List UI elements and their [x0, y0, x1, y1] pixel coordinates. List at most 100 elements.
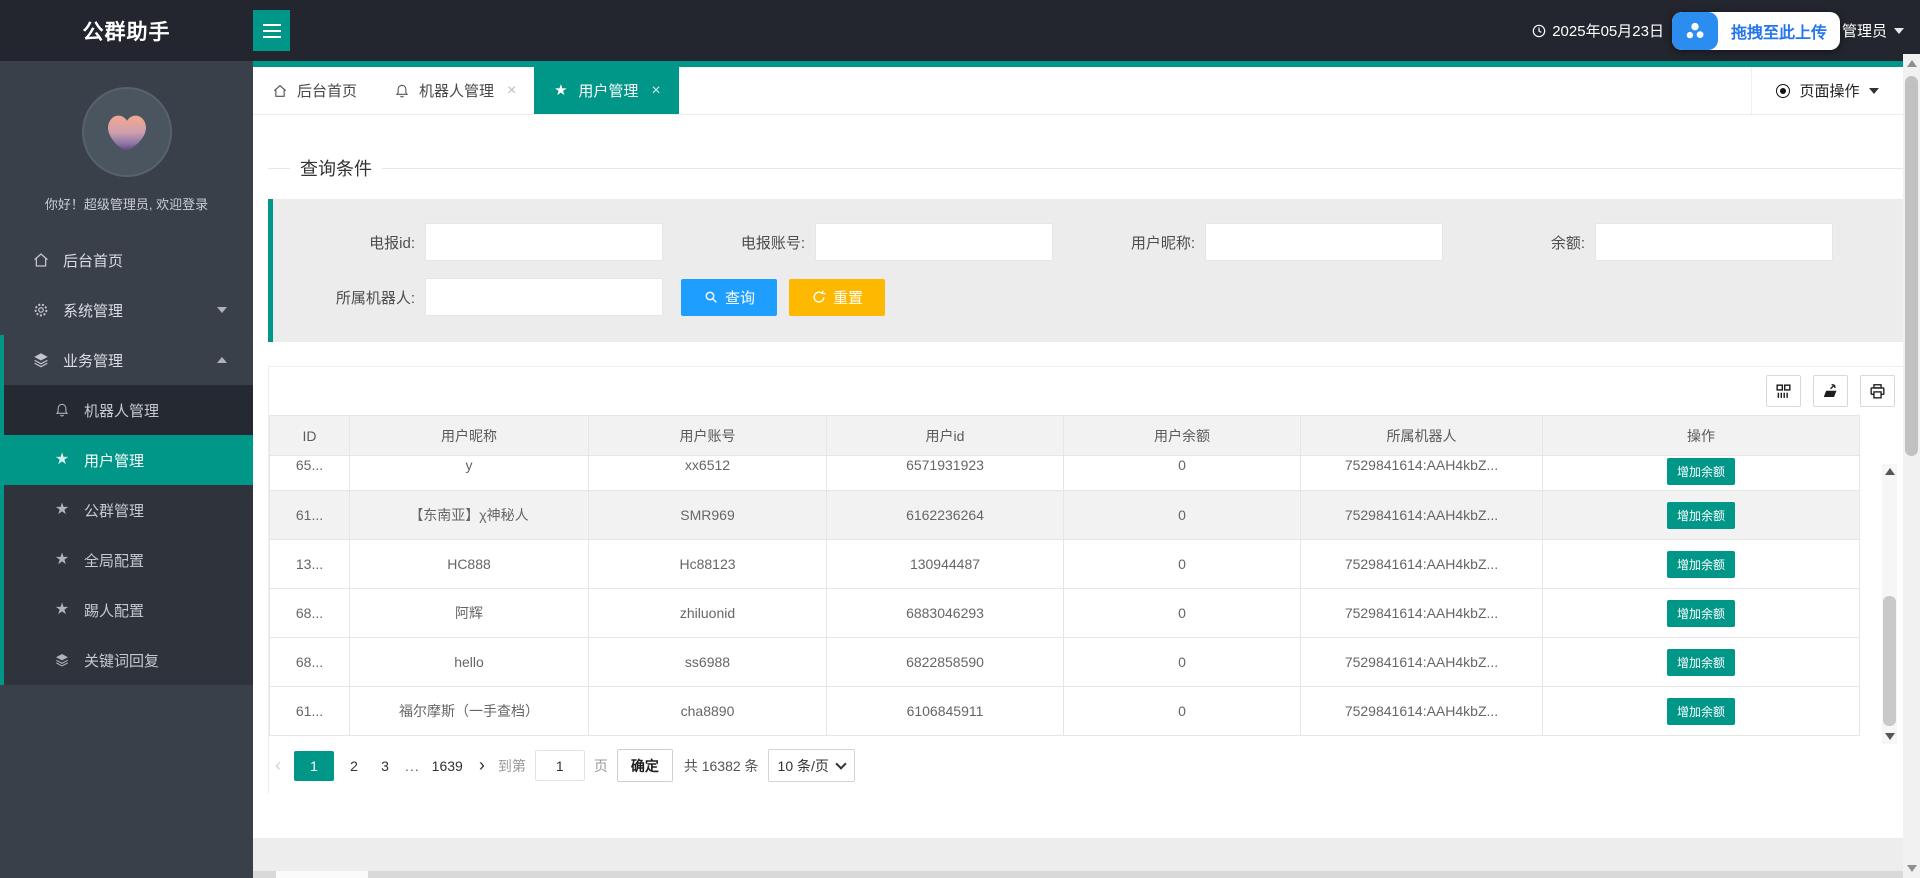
sidebar-subitem-1[interactable]: 机器人管理 [4, 385, 253, 435]
layers-icon [31, 350, 51, 370]
add-balance-button[interactable]: 增加余额 [1667, 458, 1735, 485]
prev-page-button[interactable]: ‹ [271, 755, 285, 776]
upload-drop-widget[interactable]: 拖拽至此上传 [1672, 12, 1840, 50]
date-text: 2025年05月23日 [1552, 20, 1664, 41]
admin-menu[interactable]: 管理员 [1842, 20, 1904, 41]
sidebar-subitem-3[interactable]: ★公群管理 [4, 485, 253, 535]
page-size-select[interactable]: 10 条/页 [768, 749, 855, 782]
table-toolbar [269, 367, 1913, 415]
horizontal-scrollbar[interactable] [253, 871, 1920, 878]
export-button[interactable] [1813, 375, 1848, 407]
cell-nickname: 【东南亚】χ神秘人 [350, 491, 589, 540]
cell-balance: 0 [1064, 491, 1301, 540]
header-date: 2025年05月23日 [1531, 20, 1664, 41]
page-number-2[interactable]: 2 [343, 758, 365, 774]
tab-2[interactable]: 机器人管理× [375, 67, 534, 114]
star-icon: ★ [52, 600, 72, 620]
sidebar-subitem-5[interactable]: ★踢人配置 [4, 585, 253, 635]
app-title: 公群助手 [0, 16, 253, 46]
avatar [82, 87, 172, 177]
search-button[interactable]: 查询 [681, 279, 777, 316]
admin-label: 管理员 [1842, 20, 1887, 41]
next-page-button[interactable]: › [475, 755, 489, 776]
column-header: 所属机器人 [1301, 416, 1543, 456]
sidebar-item-2[interactable]: 系统管理 [0, 285, 253, 335]
field-input-2[interactable] [815, 223, 1053, 261]
reset-button[interactable]: 重置 [789, 279, 885, 316]
star-icon: ★ [52, 450, 72, 470]
column-header: ID [270, 416, 350, 456]
tab-1[interactable]: 后台首页 [253, 67, 375, 114]
cell-bot: 7529841614:AAH4kbZ... [1301, 540, 1543, 589]
page-number-1639[interactable]: 1639 [429, 758, 466, 774]
field-input-4[interactable] [1595, 223, 1833, 261]
field-input-1[interactable] [425, 223, 663, 261]
page-scrollbar-thumb[interactable] [1905, 76, 1918, 456]
jump-page-input[interactable] [535, 750, 585, 781]
close-icon[interactable]: × [651, 83, 660, 99]
cell-user_id: 6822858590 [827, 638, 1064, 687]
cell-balance: 0 [1064, 456, 1301, 491]
table-card: ID用户昵称用户账号用户id用户余额所属机器人操作 65...yxx651265… [268, 366, 1914, 794]
filter-columns-button[interactable] [1766, 375, 1801, 407]
home-icon [31, 250, 51, 270]
sidebar-item-label: 业务管理 [63, 350, 123, 371]
chevron-up-icon [217, 357, 227, 363]
add-balance-button[interactable]: 增加余额 [1667, 649, 1735, 676]
table-row: 61...福尔摩斯（一手查档）cha8890610684591107529841… [270, 687, 1860, 736]
scroll-down-icon[interactable] [1885, 733, 1895, 740]
horizontal-scrollbar-thumb[interactable] [276, 871, 368, 878]
table-scrollbar[interactable] [1882, 464, 1897, 744]
sidebar-subitem-label: 用户管理 [84, 450, 144, 471]
cell-user_id: 130944487 [827, 540, 1064, 589]
home-icon [271, 82, 288, 99]
star-icon: ★ [52, 500, 72, 520]
print-button[interactable] [1860, 375, 1895, 407]
page-ellipsis: ... [405, 758, 420, 774]
chevron-down-icon [217, 307, 227, 313]
sidebar-item-label: 系统管理 [63, 300, 123, 321]
add-balance-button[interactable]: 增加余额 [1667, 551, 1735, 578]
add-balance-button[interactable]: 增加余额 [1667, 698, 1735, 725]
add-balance-button[interactable]: 增加余额 [1667, 502, 1735, 529]
sidebar-subitem-6[interactable]: 关键词回复 [4, 635, 253, 685]
add-balance-button[interactable]: 增加余额 [1667, 600, 1735, 627]
page-scrollbar[interactable] [1903, 54, 1920, 878]
scroll-up-icon[interactable] [1907, 60, 1917, 67]
field-label: 电报账号: [663, 232, 815, 253]
table-row: 13...HC888Hc8812313094448707529841614:AA… [270, 540, 1860, 589]
page-number-1[interactable]: 1 [294, 751, 334, 781]
cell-account: xx6512 [589, 456, 827, 491]
column-header: 用户昵称 [350, 416, 589, 456]
sidebar-toggle-button[interactable] [253, 10, 290, 51]
table-row: 61...【东南亚】χ神秘人SMR96961622362640752984161… [270, 491, 1860, 540]
close-icon[interactable]: × [507, 83, 516, 99]
field-label: 电报id: [273, 232, 425, 253]
cell-nickname: HC888 [350, 540, 589, 589]
chevron-down-icon [1869, 88, 1879, 94]
welcome-text: 你好！超级管理员, 欢迎登录 [0, 194, 253, 213]
tab-3[interactable]: ★用户管理× [534, 67, 678, 114]
page-actions-dropdown[interactable]: 页面操作 [1751, 67, 1903, 114]
confirm-jump-button[interactable]: 确定 [617, 749, 673, 782]
sidebar-item-1[interactable]: 后台首页 [0, 235, 253, 285]
scroll-up-icon[interactable] [1885, 468, 1895, 475]
jump-suffix-label: 页 [594, 756, 608, 776]
gear-icon [31, 300, 51, 320]
sidebar-subitem-4[interactable]: ★全局配置 [4, 535, 253, 585]
table-scrollbar-thumb[interactable] [1883, 596, 1896, 726]
field-input-5[interactable] [425, 278, 663, 316]
cell-bot: 7529841614:AAH4kbZ... [1301, 491, 1543, 540]
sidebar-item-business-parent[interactable]: 业务管理 [4, 335, 253, 385]
query-legend-text: 查询条件 [290, 155, 382, 181]
scroll-down-icon[interactable] [1907, 865, 1917, 872]
field-input-3[interactable] [1205, 223, 1443, 261]
sidebar-subitem-2[interactable]: ★ 用户管理 [4, 435, 253, 485]
column-header: 操作 [1543, 416, 1860, 456]
chevron-down-icon [835, 758, 846, 769]
cell-user_id: 6162236264 [827, 491, 1064, 540]
pagination: ‹ 123...1639 › 到第 页 确定 共 16382 条 10 条/页 [271, 749, 1913, 782]
page-number-3[interactable]: 3 [374, 758, 396, 774]
column-header: 用户余额 [1064, 416, 1301, 456]
cell-id: 68... [270, 589, 350, 638]
